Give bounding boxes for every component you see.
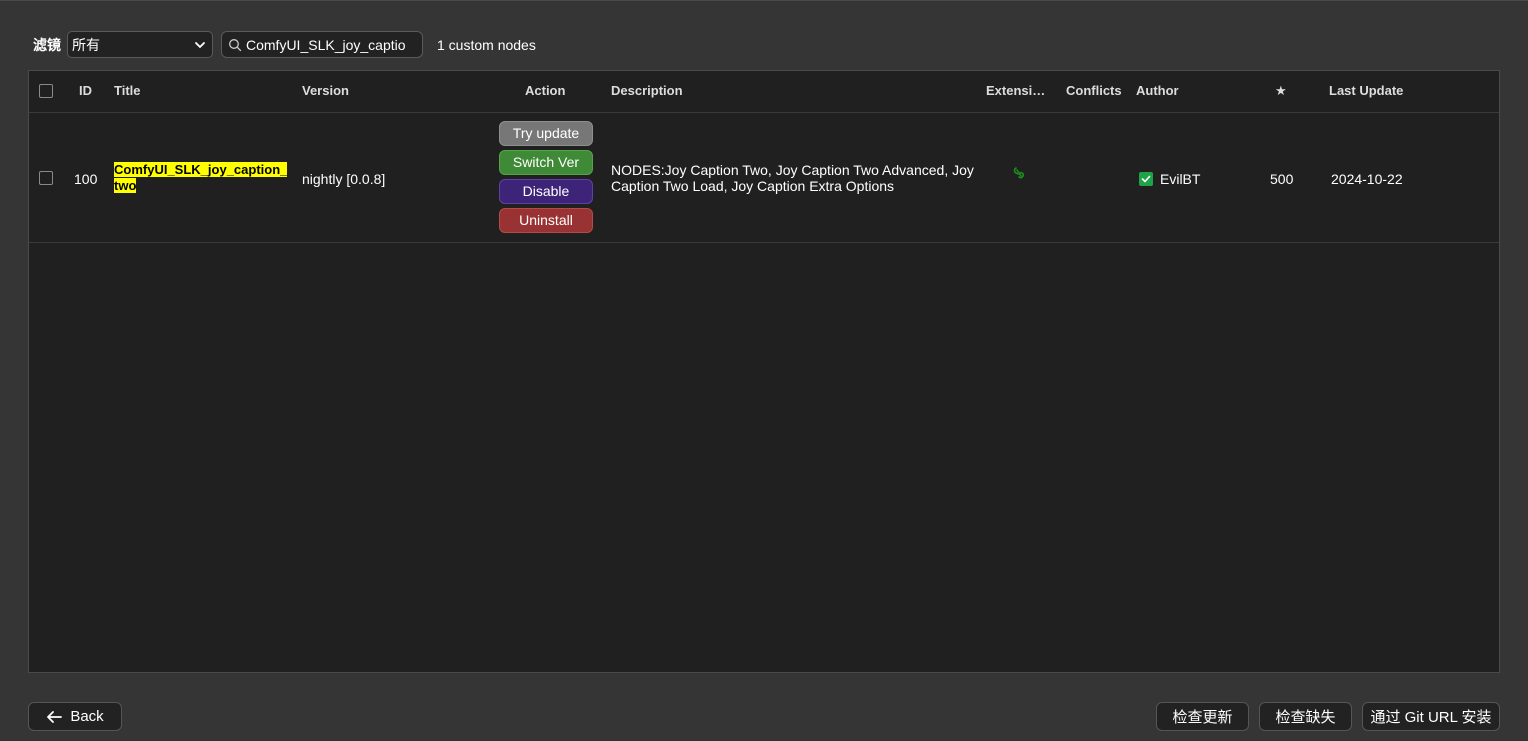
- check-icon: [1139, 172, 1153, 186]
- link-icon[interactable]: [1011, 165, 1029, 183]
- filter-select[interactable]: 所有: [67, 31, 213, 58]
- switch-version-button[interactable]: Switch Ver: [499, 150, 593, 175]
- row-stars: 500: [1270, 171, 1294, 187]
- table-header: ID Title Version Action Description Exte…: [29, 71, 1499, 113]
- arrow-left-icon: [46, 710, 63, 724]
- back-button[interactable]: Back: [28, 702, 122, 731]
- back-label: Back: [70, 708, 104, 725]
- check-missing-button[interactable]: 检查缺失: [1259, 702, 1352, 731]
- install-git-url-button[interactable]: 通过 Git URL 安装: [1362, 702, 1500, 731]
- header-version[interactable]: Version: [302, 71, 349, 113]
- row-id: 100: [74, 171, 98, 187]
- header-stars[interactable]: ★: [1275, 71, 1287, 113]
- header-extensions[interactable]: Extensi…: [986, 71, 1045, 113]
- filter-selected-value: 所有: [72, 36, 100, 53]
- header-title[interactable]: Title: [114, 71, 141, 113]
- select-all-checkbox[interactable]: [39, 84, 53, 98]
- search-input[interactable]: [246, 36, 406, 53]
- row-title-text[interactable]: ComfyUI_SLK_joy_caption_two: [114, 162, 288, 193]
- author-name: EvilBT: [1160, 171, 1201, 187]
- table-row: 100 ComfyUI_SLK_joy_caption_two nightly …: [29, 113, 1499, 243]
- row-checkbox[interactable]: [39, 171, 53, 185]
- filter-bar: 滤镜 所有 1 custom nodes: [33, 31, 536, 58]
- header-author[interactable]: Author: [1136, 71, 1179, 113]
- search-icon: [228, 38, 242, 52]
- result-count: 1 custom nodes: [437, 36, 536, 53]
- custom-nodes-table: ID Title Version Action Description Exte…: [28, 70, 1500, 673]
- row-version[interactable]: nightly [0.0.8]: [302, 171, 385, 187]
- row-title[interactable]: ComfyUI_SLK_joy_caption_two: [114, 162, 289, 194]
- try-update-button[interactable]: Try update: [499, 121, 593, 146]
- row-author: EvilBT: [1139, 171, 1200, 187]
- header-last-update[interactable]: Last Update: [1329, 71, 1403, 113]
- header-description[interactable]: Description: [611, 71, 683, 113]
- filter-label: 滤镜: [33, 36, 61, 53]
- row-actions: Try update Switch Ver Disable Uninstall: [499, 121, 593, 237]
- row-last-update: 2024-10-22: [1331, 171, 1403, 187]
- search-box[interactable]: [221, 31, 423, 58]
- uninstall-button[interactable]: Uninstall: [499, 208, 593, 233]
- header-conflicts[interactable]: Conflicts: [1066, 71, 1122, 113]
- header-action: Action: [525, 83, 566, 98]
- row-description: NODES:Joy Caption Two, Joy Caption Two A…: [611, 162, 974, 194]
- dialog-top-border: [0, 0, 1528, 1]
- header-id[interactable]: ID: [79, 71, 92, 113]
- check-update-button[interactable]: 检查更新: [1156, 702, 1249, 731]
- chevron-down-icon: [194, 39, 206, 51]
- disable-button[interactable]: Disable: [499, 179, 593, 204]
